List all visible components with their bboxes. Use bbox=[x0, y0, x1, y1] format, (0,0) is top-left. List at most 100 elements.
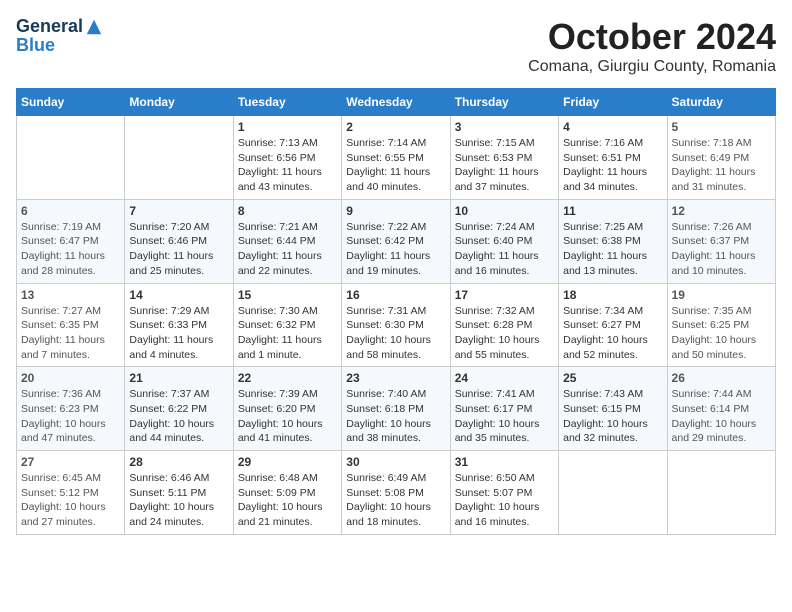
day-info-line: Sunset: 6:27 PM bbox=[563, 319, 641, 331]
day-number: 4 bbox=[563, 120, 662, 134]
day-number: 15 bbox=[238, 288, 337, 302]
day-info-line: Daylight: 10 hours and 32 minutes. bbox=[563, 418, 648, 445]
day-number: 14 bbox=[129, 288, 228, 302]
day-info-line: Daylight: 10 hours and 27 minutes. bbox=[21, 501, 106, 528]
day-info-line: Sunrise: 7:26 AM bbox=[672, 221, 752, 233]
calendar-cell bbox=[559, 451, 667, 535]
calendar-cell: 26 Sunrise: 7:44 AMSunset: 6:14 PMDayligh… bbox=[667, 367, 775, 451]
day-number: 25 bbox=[563, 371, 662, 385]
calendar-cell: 8Sunrise: 7:21 AMSunset: 6:44 PMDaylight… bbox=[233, 199, 341, 283]
day-info-line: Sunset: 6:28 PM bbox=[455, 319, 533, 331]
day-info-line: Sunset: 5:09 PM bbox=[238, 487, 316, 499]
calendar-header-row: SundayMondayTuesdayWednesdayThursdayFrid… bbox=[17, 89, 776, 116]
calendar-cell: 23Sunrise: 7:40 AMSunset: 6:18 PMDayligh… bbox=[342, 367, 450, 451]
day-info-line: Sunrise: 7:14 AM bbox=[346, 137, 426, 149]
day-info-line: Sunrise: 7:22 AM bbox=[346, 221, 426, 233]
day-info-line: Sunrise: 7:18 AM bbox=[672, 137, 752, 149]
day-info-line: Daylight: 10 hours and 18 minutes. bbox=[346, 501, 431, 528]
day-info-line: Sunrise: 6:50 AM bbox=[455, 472, 535, 484]
calendar-cell: 3Sunrise: 7:15 AMSunset: 6:53 PMDaylight… bbox=[450, 116, 558, 200]
calendar-header-friday: Friday bbox=[559, 89, 667, 116]
day-info-line: Daylight: 10 hours and 29 minutes. bbox=[672, 418, 757, 445]
day-info-line: Sunset: 5:12 PM bbox=[21, 487, 99, 499]
day-info: Sunrise: 7:30 AMSunset: 6:32 PMDaylight:… bbox=[238, 304, 337, 363]
day-info-line: Daylight: 10 hours and 35 minutes. bbox=[455, 418, 540, 445]
day-info: Sunrise: 7:35 AMSunset: 6:25 PMDaylight:… bbox=[672, 304, 771, 363]
calendar-cell: 21Sunrise: 7:37 AMSunset: 6:22 PMDayligh… bbox=[125, 367, 233, 451]
day-number: 30 bbox=[346, 455, 445, 469]
day-number: 12 bbox=[672, 204, 771, 218]
day-info-line: Sunset: 5:08 PM bbox=[346, 487, 424, 499]
day-number: 20 bbox=[21, 371, 120, 385]
day-info-line: Sunset: 6:40 PM bbox=[455, 235, 533, 247]
day-number: 11 bbox=[563, 204, 662, 218]
day-info: Sunrise: 7:34 AMSunset: 6:27 PMDaylight:… bbox=[563, 304, 662, 363]
day-number: 16 bbox=[346, 288, 445, 302]
calendar-cell: 17Sunrise: 7:32 AMSunset: 6:28 PMDayligh… bbox=[450, 283, 558, 367]
calendar-cell bbox=[17, 116, 125, 200]
day-number: 3 bbox=[455, 120, 554, 134]
day-info-line: Sunrise: 7:29 AM bbox=[129, 305, 209, 317]
day-info-line: Sunset: 6:23 PM bbox=[21, 403, 99, 415]
day-info-line: Sunrise: 7:20 AM bbox=[129, 221, 209, 233]
day-info-line: Sunrise: 7:37 AM bbox=[129, 388, 209, 400]
day-info-line: Sunrise: 6:48 AM bbox=[238, 472, 318, 484]
calendar-cell: 22Sunrise: 7:39 AMSunset: 6:20 PMDayligh… bbox=[233, 367, 341, 451]
day-number: 28 bbox=[129, 455, 228, 469]
day-info: Sunrise: 7:44 AMSunset: 6:14 PMDaylight:… bbox=[672, 387, 771, 446]
day-info-line: Daylight: 11 hours and 31 minutes. bbox=[672, 166, 756, 193]
calendar-header-monday: Monday bbox=[125, 89, 233, 116]
day-info-line: Daylight: 10 hours and 50 minutes. bbox=[672, 334, 757, 361]
day-number: 1 bbox=[238, 120, 337, 134]
day-info-line: Daylight: 11 hours and 37 minutes. bbox=[455, 166, 539, 193]
day-info-line: Daylight: 11 hours and 4 minutes. bbox=[129, 334, 213, 361]
day-info-line: Sunrise: 7:25 AM bbox=[563, 221, 643, 233]
day-number: 18 bbox=[563, 288, 662, 302]
day-info-line: Sunrise: 6:46 AM bbox=[129, 472, 209, 484]
day-info-line: Sunset: 6:35 PM bbox=[21, 319, 99, 331]
calendar-cell: 29Sunrise: 6:48 AMSunset: 5:09 PMDayligh… bbox=[233, 451, 341, 535]
calendar-header-tuesday: Tuesday bbox=[233, 89, 341, 116]
calendar-cell: 18 Sunrise: 7:34 AMSunset: 6:27 PMDayligh… bbox=[559, 283, 667, 367]
logo: General Blue bbox=[16, 16, 103, 56]
day-number: 13 bbox=[21, 288, 120, 302]
calendar-week-1: 1Sunrise: 7:13 AMSunset: 6:56 PMDaylight… bbox=[17, 116, 776, 200]
day-info: Sunrise: 7:43 AMSunset: 6:15 PMDaylight:… bbox=[563, 387, 662, 446]
day-info: Sunrise: 6:45 AM Sunset: 5:12 PM Daylight:… bbox=[21, 471, 120, 530]
calendar-cell: 1Sunrise: 7:13 AMSunset: 6:56 PMDaylight… bbox=[233, 116, 341, 200]
day-info-line: Sunrise: 7:27 AM bbox=[21, 305, 101, 317]
calendar-cell bbox=[125, 116, 233, 200]
day-info: Sunrise: 7:25 AMSunset: 6:38 PMDaylight:… bbox=[563, 220, 662, 279]
day-number: 26 bbox=[672, 371, 771, 385]
location-title: Comana, Giurgiu County, Romania bbox=[528, 58, 776, 76]
day-number: 2 bbox=[346, 120, 445, 134]
calendar-week-5: 27 Sunrise: 6:45 AM Sunset: 5:12 PM Dayligh… bbox=[17, 451, 776, 535]
day-info-line: Daylight: 10 hours and 16 minutes. bbox=[455, 501, 540, 528]
day-info: Sunrise: 7:20 AMSunset: 6:46 PMDaylight:… bbox=[129, 220, 228, 279]
day-number: 27 bbox=[21, 455, 120, 469]
day-info: Sunrise: 7:24 AMSunset: 6:40 PMDaylight:… bbox=[455, 220, 554, 279]
day-info-line: Sunset: 6:17 PM bbox=[455, 403, 533, 415]
calendar-cell: 4Sunrise: 7:16 AMSunset: 6:51 PMDaylight… bbox=[559, 116, 667, 200]
day-info: Sunrise: 7:21 AMSunset: 6:44 PMDaylight:… bbox=[238, 220, 337, 279]
calendar-header-saturday: Saturday bbox=[667, 89, 775, 116]
calendar-table: SundayMondayTuesdayWednesdayThursdayFrid… bbox=[16, 88, 776, 535]
day-info-line: Daylight: 11 hours and 7 minutes. bbox=[21, 334, 105, 361]
day-info: Sunrise: 7:29 AMSunset: 6:33 PMDaylight:… bbox=[129, 304, 228, 363]
day-info: Sunrise: 7:27 AM Sunset: 6:35 PM Daylight:… bbox=[21, 304, 120, 363]
day-number: 29 bbox=[238, 455, 337, 469]
calendar-cell: 14 Sunrise: 7:29 AMSunset: 6:33 PMDayligh… bbox=[125, 283, 233, 367]
calendar-cell: 10Sunrise: 7:24 AMSunset: 6:40 PMDayligh… bbox=[450, 199, 558, 283]
calendar-cell: 7Sunrise: 7:20 AMSunset: 6:46 PMDaylight… bbox=[125, 199, 233, 283]
day-info-line: Sunset: 6:51 PM bbox=[563, 152, 641, 164]
calendar-header-thursday: Thursday bbox=[450, 89, 558, 116]
day-info-line: Daylight: 10 hours and 58 minutes. bbox=[346, 334, 431, 361]
calendar-cell: 11 Sunrise: 7:25 AMSunset: 6:38 PMDayligh… bbox=[559, 199, 667, 283]
page-header: General Blue October 2024 Comana, Giurgi… bbox=[16, 16, 776, 76]
day-info-line: Sunrise: 6:45 AM bbox=[21, 472, 101, 484]
day-number: 17 bbox=[455, 288, 554, 302]
calendar-cell: 24Sunrise: 7:41 AMSunset: 6:17 PMDayligh… bbox=[450, 367, 558, 451]
day-number: 22 bbox=[238, 371, 337, 385]
day-info-line: Sunrise: 7:41 AM bbox=[455, 388, 535, 400]
day-info-line: Sunrise: 7:39 AM bbox=[238, 388, 318, 400]
